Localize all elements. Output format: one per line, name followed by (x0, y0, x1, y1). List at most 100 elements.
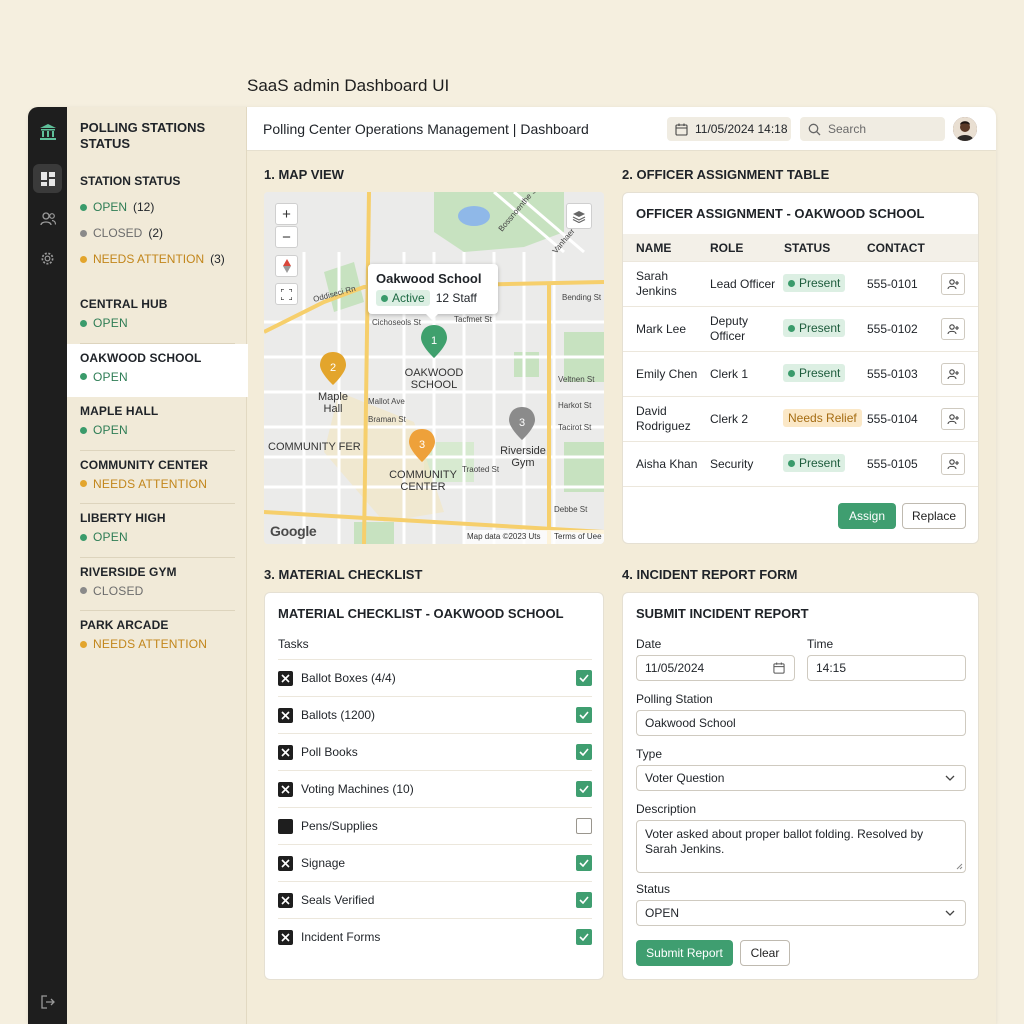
station-item-park-arcade[interactable]: PARK ARCADE NEEDS ATTENTION (67, 611, 247, 665)
square-icon (278, 819, 293, 834)
dashboard-icon[interactable] (33, 164, 62, 193)
clear-button[interactable]: Clear (740, 940, 790, 966)
table-row[interactable]: Sarah Jenkins Lead Officer Present 555-0… (623, 261, 978, 306)
checkbox[interactable] (576, 781, 592, 797)
station-field[interactable]: Oakwood School (636, 710, 966, 736)
checklist-item[interactable]: Signage (278, 844, 592, 881)
checklist-item[interactable]: Seals Verified (278, 881, 592, 918)
station-item-maple-hall[interactable]: MAPLE HALL OPEN (67, 397, 247, 451)
calendar-icon (675, 123, 688, 136)
popup-title: Oakwood School (376, 271, 482, 286)
bank-icon[interactable] (33, 117, 62, 146)
reassign-user-icon[interactable] (941, 363, 965, 385)
checkbox[interactable] (576, 929, 592, 945)
station-item-community-center[interactable]: COMMUNITY CENTER NEEDS ATTENTION (67, 451, 247, 504)
status-badge: Present (783, 454, 846, 472)
status-dot (80, 480, 87, 487)
search-input[interactable]: Search (800, 117, 945, 141)
datetime-display[interactable]: 11/05/2024 14:18 (667, 117, 791, 141)
open-dot (80, 203, 87, 211)
checklist-item[interactable]: Incident Forms (278, 918, 592, 955)
status-dot (80, 640, 87, 648)
table-row[interactable]: Mark Lee Deputy Officer Present 555-0102 (623, 306, 978, 351)
checklist-item[interactable]: Ballots (1200) (278, 696, 592, 733)
assign-button[interactable]: Assign (838, 503, 896, 529)
column-header[interactable]: ROLE (710, 241, 743, 255)
status-value: OPEN (645, 906, 680, 920)
zoom-out-button[interactable]: − (275, 226, 298, 248)
checklist-item[interactable]: Voting Machines (10) (278, 770, 592, 807)
table-row[interactable]: David Rodriguez Clerk 2 Needs Relief 555… (623, 396, 978, 441)
street-label: Mallot Ave (368, 397, 405, 406)
table-row[interactable]: Emily Chen Clerk 1 Present 555-0103 (623, 351, 978, 396)
checkbox[interactable] (576, 707, 592, 723)
station-status: OPEN (93, 530, 128, 544)
marker-label: COMMUNITY CENTER (389, 469, 457, 493)
incident-card: SUBMIT INCIDENT REPORT Date 11/05/2024 T… (622, 592, 979, 980)
logout-icon[interactable] (33, 987, 62, 1016)
column-header[interactable]: STATUS (784, 241, 830, 255)
resize-handle-icon[interactable] (956, 863, 963, 870)
checkbox[interactable] (576, 892, 592, 908)
station-item-riverside-gym[interactable]: RIVERSIDE GYM CLOSED (67, 558, 247, 611)
checkbox[interactable] (576, 818, 592, 834)
column-header[interactable]: NAME (636, 241, 671, 255)
checklist-label: Ballot Boxes (4/4) (301, 671, 396, 685)
status-select[interactable]: OPEN (636, 900, 966, 926)
station-item-oakwood-school[interactable]: OAKWOOD SCHOOL OPEN (67, 343, 248, 397)
attention-dot (80, 255, 87, 263)
status-badge: Present (783, 364, 846, 382)
submit-report-button[interactable]: Submit Report (636, 940, 733, 966)
layers-icon[interactable] (566, 203, 592, 229)
compass-icon[interactable] (275, 255, 298, 277)
reassign-user-icon[interactable] (941, 318, 965, 340)
replace-button[interactable]: Replace (902, 503, 966, 529)
table-row[interactable]: Aisha Khan Security Present 555-0105 (623, 441, 978, 486)
map-section-title: 1. MAP VIEW (264, 167, 344, 182)
fullscreen-icon[interactable] (275, 283, 298, 305)
date-field[interactable]: 11/05/2024 (636, 655, 795, 681)
officer-contact: 555-0105 (867, 457, 918, 471)
popup-status-badge: Active (376, 290, 430, 306)
station-item-liberty-high[interactable]: LIBERTY HIGH OPEN (67, 504, 247, 558)
icon-rail (28, 107, 67, 1024)
reassign-user-icon[interactable] (941, 273, 965, 295)
zoom-in-button[interactable]: + (275, 203, 298, 225)
checkbox[interactable] (576, 855, 592, 871)
checklist-item[interactable]: Pens/Supplies (278, 807, 592, 844)
checkbox[interactable] (576, 744, 592, 760)
station-name: LIBERTY HIGH (80, 511, 166, 525)
status-badge: Present (783, 319, 846, 337)
reassign-user-icon[interactable] (941, 408, 965, 430)
station-label: Polling Station (636, 692, 713, 706)
column-header[interactable]: CONTACT (867, 241, 925, 255)
street-label: Veltnen St (558, 375, 595, 384)
station-name: COMMUNITY CENTER (80, 457, 209, 472)
settings-icon[interactable] (33, 244, 62, 273)
station-status-heading: STATION STATUS (80, 174, 181, 188)
time-field[interactable]: 14:15 (807, 655, 966, 681)
checkbox[interactable] (576, 670, 592, 686)
checklist-item[interactable]: Ballot Boxes (4/4) (278, 659, 592, 696)
incident-section-title: 4. INCIDENT REPORT FORM (622, 567, 798, 582)
station-status: CLOSED (93, 583, 144, 598)
checklist-label: Pens/Supplies (301, 819, 378, 833)
user-avatar[interactable] (953, 117, 977, 141)
search-placeholder: Search (828, 122, 867, 136)
marker-number: 3 (519, 417, 525, 429)
map-view[interactable]: Oddiseci Rn Cichoseols St Mallot Ave Bra… (264, 192, 604, 544)
street-label: Braman St (368, 415, 407, 424)
street-label: Tacirot St (558, 423, 592, 432)
type-select[interactable]: Voter Question (636, 765, 966, 791)
station-name: RIVERSIDE GYM (80, 564, 177, 579)
checklist-label: Poll Books (301, 745, 358, 759)
page-title: Polling Center Operations Management | D… (263, 121, 589, 137)
reassign-user-icon[interactable] (941, 453, 965, 475)
checklist-item[interactable]: Poll Books (278, 733, 592, 770)
x-icon (278, 856, 293, 871)
marker-number: 1 (431, 335, 437, 347)
map-terms-link[interactable]: Terms of Uee (554, 532, 602, 541)
users-icon[interactable] (33, 204, 62, 233)
station-item-central-hub[interactable]: CENTRAL HUB OPEN (67, 290, 247, 344)
description-textarea[interactable]: Voter asked about proper ballot folding.… (636, 820, 966, 873)
